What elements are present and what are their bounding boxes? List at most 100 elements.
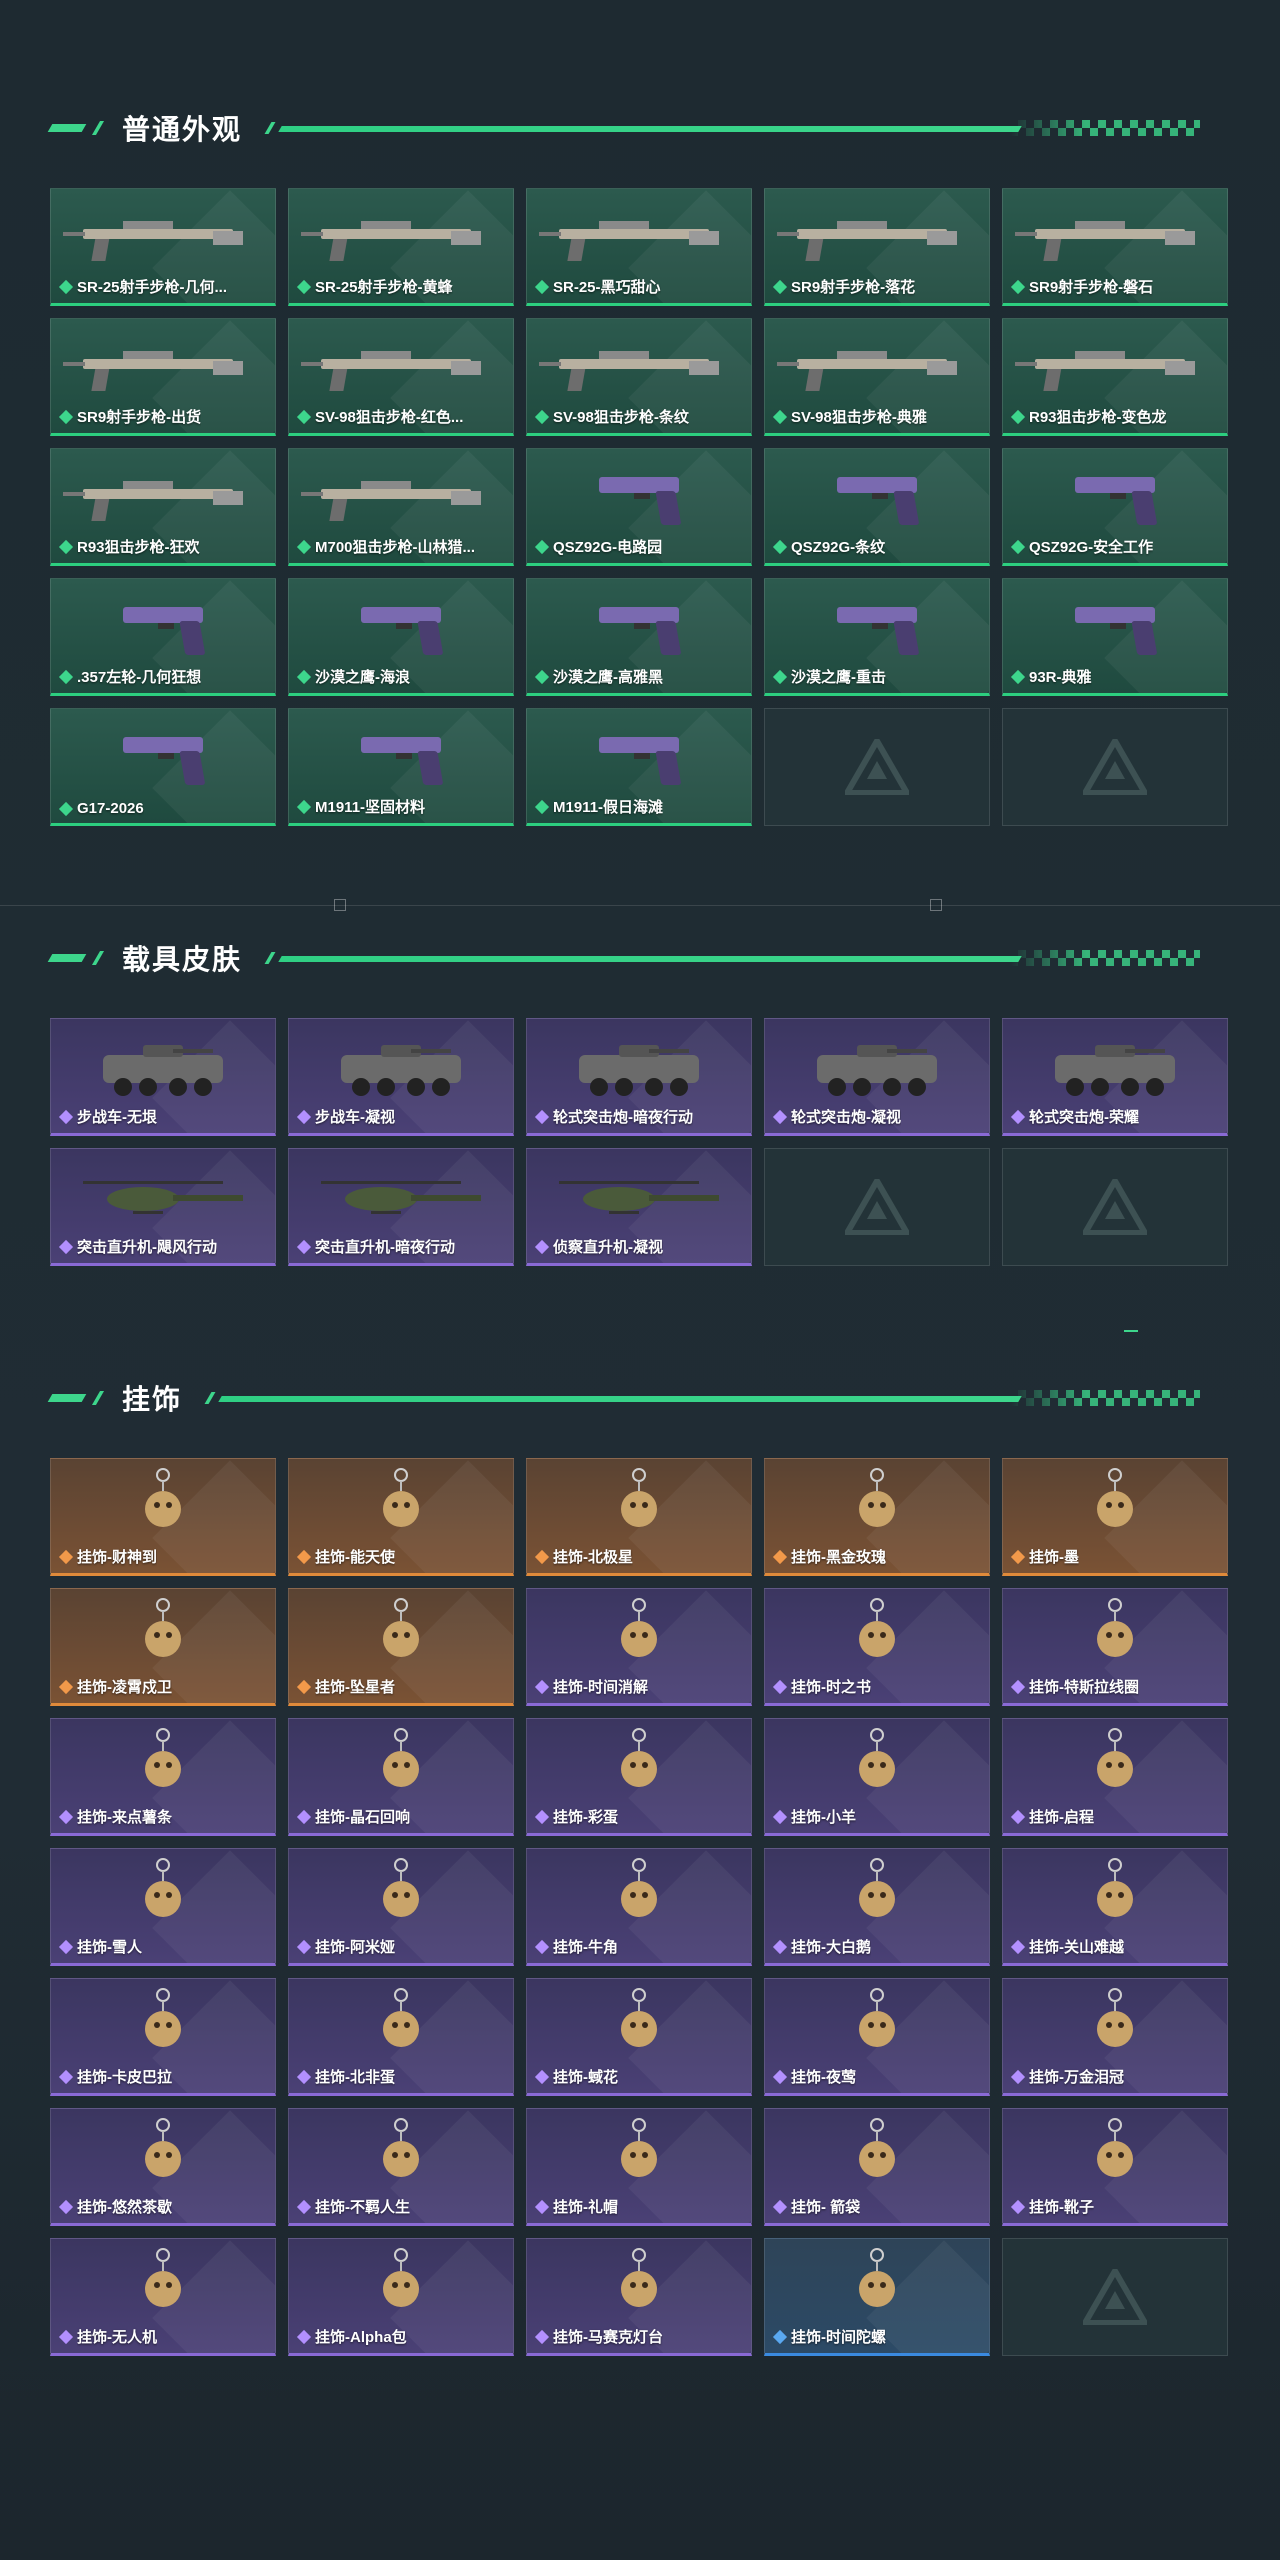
item-card[interactable]: 挂饰-牛角 [526,1848,752,1966]
rarity-diamond-icon [772,2329,788,2344]
item-card[interactable]: QSZ92G-条纹 [764,448,990,566]
item-name: 突击直升机-暗夜行动 [315,1239,455,1256]
item-card[interactable]: 轮式突击炮-暗夜行动 [526,1018,752,1136]
item-card[interactable]: SR9射手步枪-落花 [764,188,990,306]
item-card[interactable]: M1911-假日海滩 [526,708,752,826]
item-card[interactable]: 挂饰-夜莺 [764,1978,990,2096]
item-card[interactable]: 93R-典雅 [1002,578,1228,696]
item-card[interactable]: 挂饰-万金泪冠 [1002,1978,1228,2096]
item-card[interactable]: 挂饰-靴子 [1002,2108,1228,2226]
rarity-diamond-icon [534,799,550,814]
item-label-row: 挂饰-时之书 [772,1676,981,1697]
item-card[interactable]: 挂饰-大白鹅 [764,1848,990,1966]
item-card[interactable]: 挂饰-时之书 [764,1588,990,1706]
item-card[interactable]: 挂饰-不羁人生 [288,2108,514,2226]
placeholder-logo-icon [1083,739,1147,795]
item-card[interactable]: 步战车-无垠 [50,1018,276,1136]
item-card[interactable]: 挂饰-墨 [1002,1458,1228,1576]
item-card[interactable]: 挂饰-彩蛋 [526,1718,752,1836]
item-card[interactable]: 轮式突击炮-凝视 [764,1018,990,1136]
item-label-row: SV-98狙击步枪-红色... [296,406,505,427]
item-card[interactable]: 侦察直升机-凝视 [526,1148,752,1266]
item-card[interactable]: SV-98狙击步枪-红色... [288,318,514,436]
item-card[interactable]: 挂饰- 箭袋 [764,2108,990,2226]
item-card[interactable]: 挂饰-北极星 [526,1458,752,1576]
item-card[interactable]: M1911-坚固材料 [288,708,514,826]
item-label-row: 突击直升机-暗夜行动 [296,1236,505,1257]
item-image [289,585,513,665]
item-card[interactable]: 挂饰-启程 [1002,1718,1228,1836]
item-card[interactable]: 挂饰-晶石回响 [288,1718,514,1836]
item-card[interactable]: 突击直升机-飓风行动 [50,1148,276,1266]
charm-icon [859,2118,895,2177]
item-card[interactable]: 挂饰-无人机 [50,2238,276,2356]
item-card[interactable]: 沙漠之鹰-重击 [764,578,990,696]
charm-icon [859,1728,895,1787]
rarity-diamond-icon [296,1239,312,1254]
item-card[interactable]: 步战车-凝视 [288,1018,514,1136]
item-card[interactable]: 挂饰-礼帽 [526,2108,752,2226]
item-card[interactable]: SR-25射手步枪-黄蜂 [288,188,514,306]
item-card[interactable]: 挂饰-卡皮巴拉 [50,1978,276,2096]
item-card[interactable]: QSZ92G-安全工作 [1002,448,1228,566]
item-card[interactable]: SR-25射手步枪-几何... [50,188,276,306]
item-card[interactable]: G17-2026 [50,708,276,826]
item-card[interactable]: R93狙击步枪-狂欢 [50,448,276,566]
item-card[interactable]: 挂饰-马赛克灯台 [526,2238,752,2356]
item-card[interactable]: 挂饰-来点薯条 [50,1718,276,1836]
item-image [527,2245,751,2325]
item-card[interactable]: 突击直升机-暗夜行动 [288,1148,514,1266]
item-card[interactable]: SV-98狙击步枪-典雅 [764,318,990,436]
item-card[interactable]: 挂饰-北非蛋 [288,1978,514,2096]
item-card[interactable]: R93狙击步枪-变色龙 [1002,318,1228,436]
rarity-diamond-icon [534,1939,550,1954]
item-card[interactable]: 挂饰-时间消解 [526,1588,752,1706]
section-header: 普通外观 [47,108,1230,148]
item-card[interactable]: SR9射手步枪-磐石 [1002,188,1228,306]
item-image [1003,195,1227,275]
item-label-row: 挂饰-特斯拉线圈 [1010,1676,1219,1697]
item-card[interactable]: 挂饰-阿米娅 [288,1848,514,1966]
item-image [1003,455,1227,535]
item-card[interactable]: SR9射手步枪-出货 [50,318,276,436]
item-card[interactable]: SR-25-黑巧甜心 [526,188,752,306]
item-card[interactable]: 挂饰-雪人 [50,1848,276,1966]
item-card[interactable]: 挂饰-黑金玫瑰 [764,1458,990,1576]
item-card[interactable]: SV-98狙击步枪-条纹 [526,318,752,436]
item-card[interactable]: 挂饰-凌霄戍卫 [50,1588,276,1706]
item-card[interactable]: 挂饰-坠星者 [288,1588,514,1706]
item-label-row: 挂饰-黑金玫瑰 [772,1546,981,1567]
item-label-row: SR-25射手步枪-黄蜂 [296,276,505,297]
item-card[interactable]: 挂饰-时间陀螺 [764,2238,990,2356]
item-card[interactable]: M700狙击步枪-山林猎... [288,448,514,566]
item-label-row: 挂饰-关山难越 [1010,1936,1219,1957]
rarity-diamond-icon [534,1809,550,1824]
charm-icon [145,1858,181,1917]
item-card[interactable]: 挂饰-关山难越 [1002,1848,1228,1966]
item-name: 步战车-凝视 [315,1109,395,1126]
item-card[interactable]: QSZ92G-电路园 [526,448,752,566]
empty-slot [1002,2238,1228,2356]
item-name: SV-98狙击步枪-条纹 [553,409,689,426]
item-card[interactable]: 沙漠之鹰-海浪 [288,578,514,696]
item-label-row: 沙漠之鹰-高雅黑 [534,666,743,687]
item-image [527,2115,751,2195]
rarity-diamond-icon [534,539,550,554]
item-card[interactable]: 挂饰-特斯拉线圈 [1002,1588,1228,1706]
item-card[interactable]: 挂饰-财神到 [50,1458,276,1576]
item-card[interactable]: 挂饰-Alpha包 [288,2238,514,2356]
item-card[interactable]: 沙漠之鹰-高雅黑 [526,578,752,696]
item-card[interactable]: 轮式突击炮-荣耀 [1002,1018,1228,1136]
pistol-icon [837,477,919,525]
rarity-diamond-icon [534,1109,550,1124]
item-card[interactable]: 挂饰-能天使 [288,1458,514,1576]
rarity-diamond-icon [1010,409,1026,424]
item-label-row: 挂饰-来点薯条 [58,1806,267,1827]
charm-icon [145,1728,181,1787]
item-card[interactable]: .357左轮-几何狂想 [50,578,276,696]
item-card[interactable]: 挂饰-蜮花 [526,1978,752,2096]
item-name: .357左轮-几何狂想 [77,669,202,686]
item-image [1003,585,1227,665]
item-card[interactable]: 挂饰-悠然茶歇 [50,2108,276,2226]
item-card[interactable]: 挂饰-小羊 [764,1718,990,1836]
